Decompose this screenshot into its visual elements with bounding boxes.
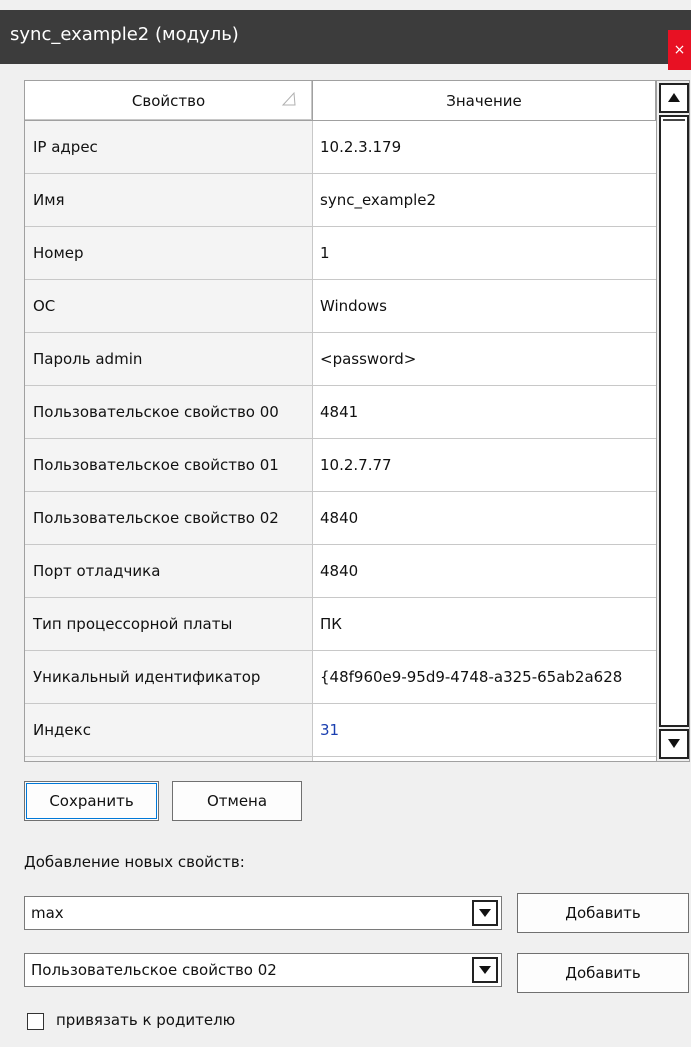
arrow-down-icon [668,739,680,748]
row-value[interactable]: <password> [314,333,656,385]
vertical-scrollbar[interactable] [656,81,689,761]
row-property: IP адрес [25,121,313,173]
row-property: Порт отладчика [25,545,313,597]
row-value[interactable]: ПК [314,598,656,650]
table-row[interactable]: Тип процессорной платы ПК [25,598,656,651]
grid-header: Свойство Значение [25,81,656,121]
property-grid: Свойство Значение IP адрес 10.2.3.179 Им… [24,80,690,762]
chevron-down-icon [479,909,491,917]
row-value[interactable]: 10.2.7.77 [314,439,656,491]
add-properties-label: Добавление новых свойств: [24,853,245,871]
row-value[interactable]: 4840 [314,545,656,597]
row-property: Пользовательское свойство 01 [25,439,313,491]
combo-1-value: max [31,904,64,922]
table-row[interactable]: IP адрес 10.2.3.179 [25,121,656,174]
close-button[interactable]: × [668,30,691,70]
column-header-value-label: Значение [446,92,522,110]
row-value[interactable]: Windows [314,280,656,332]
row-property [25,757,313,761]
row-property: Номер [25,227,313,279]
cancel-button[interactable]: Отмена [172,781,302,821]
property-combo-2[interactable]: Пользовательское свойство 02 [24,953,502,987]
table-row[interactable]: Пользовательское свойство 02 4840 [25,492,656,545]
row-value[interactable]: 4841 [314,386,656,438]
row-value[interactable]: 1 [314,227,656,279]
table-row[interactable]: Номер 1 [25,227,656,280]
row-value[interactable] [314,757,656,761]
row-value[interactable]: sync_example2 [314,174,656,226]
row-value[interactable]: 10.2.3.179 [314,121,656,173]
table-row[interactable]: Пароль admin <password> [25,333,656,386]
bind-to-parent-label[interactable]: привязать к родителю [56,1011,235,1029]
combo-1-dropdown-button[interactable] [472,900,498,926]
row-property: Уникальный идентификатор [25,651,313,703]
row-property: Пользовательское свойство 00 [25,386,313,438]
table-row[interactable]: ОС Windows [25,280,656,333]
sort-triangle-icon [281,91,296,106]
add-button-2[interactable]: Добавить [517,953,689,993]
table-row[interactable]: Порт отладчика 4840 [25,545,656,598]
scroll-up-button[interactable] [659,83,689,113]
property-combo-1[interactable]: max [24,896,502,930]
table-row[interactable]: Имя sync_example2 [25,174,656,227]
row-value[interactable]: 4840 [314,492,656,544]
chevron-down-icon [479,966,491,974]
column-header-value[interactable]: Значение [313,81,656,121]
table-row[interactable]: Уникальный идентификатор {48f960e9-95d9-… [25,651,656,704]
combo-2-value: Пользовательское свойство 02 [31,961,277,979]
table-row[interactable]: Индекс 31 [25,704,656,757]
bind-to-parent-checkbox[interactable] [27,1013,44,1030]
column-header-property[interactable]: Свойство [25,81,313,121]
row-property: ОС [25,280,313,332]
row-value[interactable]: {48f960e9-95d9-4748-a325-65ab2a628 [314,651,656,703]
arrow-up-icon [668,93,680,102]
row-property: Пользовательское свойство 02 [25,492,313,544]
scroll-thumb-grip [663,119,685,121]
table-row[interactable]: Пользовательское свойство 00 4841 [25,386,656,439]
row-property: Тип процессорной платы [25,598,313,650]
window-title: sync_example2 (модуль) [10,24,239,45]
title-bar[interactable]: sync_example2 (модуль) × [0,10,691,70]
save-button[interactable]: Сохранить [24,781,159,821]
add-button-1[interactable]: Добавить [517,893,689,933]
combo-2-dropdown-button[interactable] [472,957,498,983]
row-property: Пароль admin [25,333,313,385]
row-property: Индекс [25,704,313,756]
row-property: Имя [25,174,313,226]
column-header-property-label: Свойство [131,92,206,110]
table-row[interactable]: Пользовательское свойство 01 10.2.7.77 [25,439,656,492]
scroll-down-button[interactable] [659,729,689,759]
row-value[interactable]: 31 [314,704,656,756]
scroll-thumb[interactable] [659,115,689,727]
table-row[interactable] [25,757,656,761]
